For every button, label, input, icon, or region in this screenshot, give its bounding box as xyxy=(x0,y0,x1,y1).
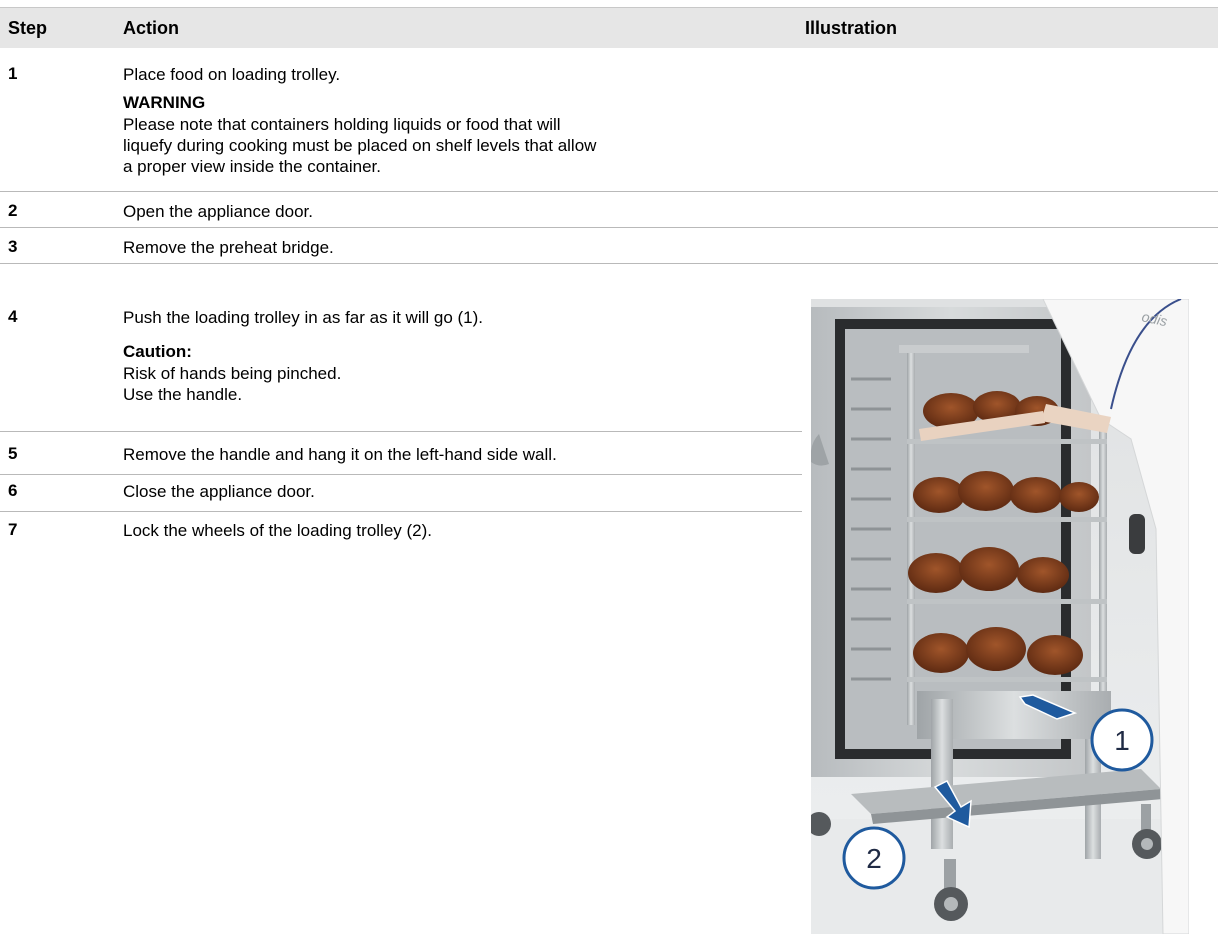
header-action: Action xyxy=(123,18,179,38)
header-step: Step xyxy=(8,18,48,38)
step-number: 7 xyxy=(8,520,18,539)
callout-2-label: 2 xyxy=(866,843,882,874)
warning-line: liquefy during cooking must be placed on… xyxy=(123,136,597,155)
step-action: Remove the handle and hang it on the lef… xyxy=(123,445,557,464)
step-number: 4 xyxy=(8,307,18,326)
step-number: 1 xyxy=(8,64,18,83)
step-action: Close the appliance door. xyxy=(123,482,315,501)
step-number: 2 xyxy=(8,201,18,220)
caution-title: Caution: xyxy=(123,342,192,361)
caution-line: Risk of hands being pinched. xyxy=(123,364,342,383)
step-number: 6 xyxy=(8,481,18,500)
step-action: Open the appliance door. xyxy=(123,202,313,221)
row-divider xyxy=(0,431,802,432)
trolley-leg xyxy=(931,699,953,849)
row-divider xyxy=(0,474,802,475)
callout-1-label: 1 xyxy=(1114,725,1130,756)
caution-line: Use the handle. xyxy=(123,385,243,404)
loading-trolley-illustration: odis 1 2 xyxy=(811,299,1189,934)
row-divider xyxy=(0,227,1218,228)
row-divider xyxy=(0,191,1218,192)
appliance-interior xyxy=(845,329,1061,749)
step-number: 5 xyxy=(8,444,18,463)
header-illustration: Illustration xyxy=(805,18,898,38)
step-action: Remove the preheat bridge. xyxy=(123,238,334,257)
row-divider xyxy=(0,511,802,512)
trolley-top-bar xyxy=(899,345,1029,353)
row-divider xyxy=(0,263,1218,264)
warning-line: Please note that containers holding liqu… xyxy=(123,115,561,134)
warning-title: WARNING xyxy=(123,93,206,112)
step-action: Push the loading trolley in as far as it… xyxy=(123,308,484,327)
trolley-post xyxy=(907,345,915,725)
warning-line: a proper view inside the container. xyxy=(123,157,381,176)
step-action: Place food on loading trolley. xyxy=(123,65,341,84)
step-number: 3 xyxy=(8,237,18,256)
step-action: Lock the wheels of the loading trolley (… xyxy=(123,521,433,540)
table-header: Step Action Illustration xyxy=(0,7,1218,48)
door-handle xyxy=(1129,514,1145,554)
